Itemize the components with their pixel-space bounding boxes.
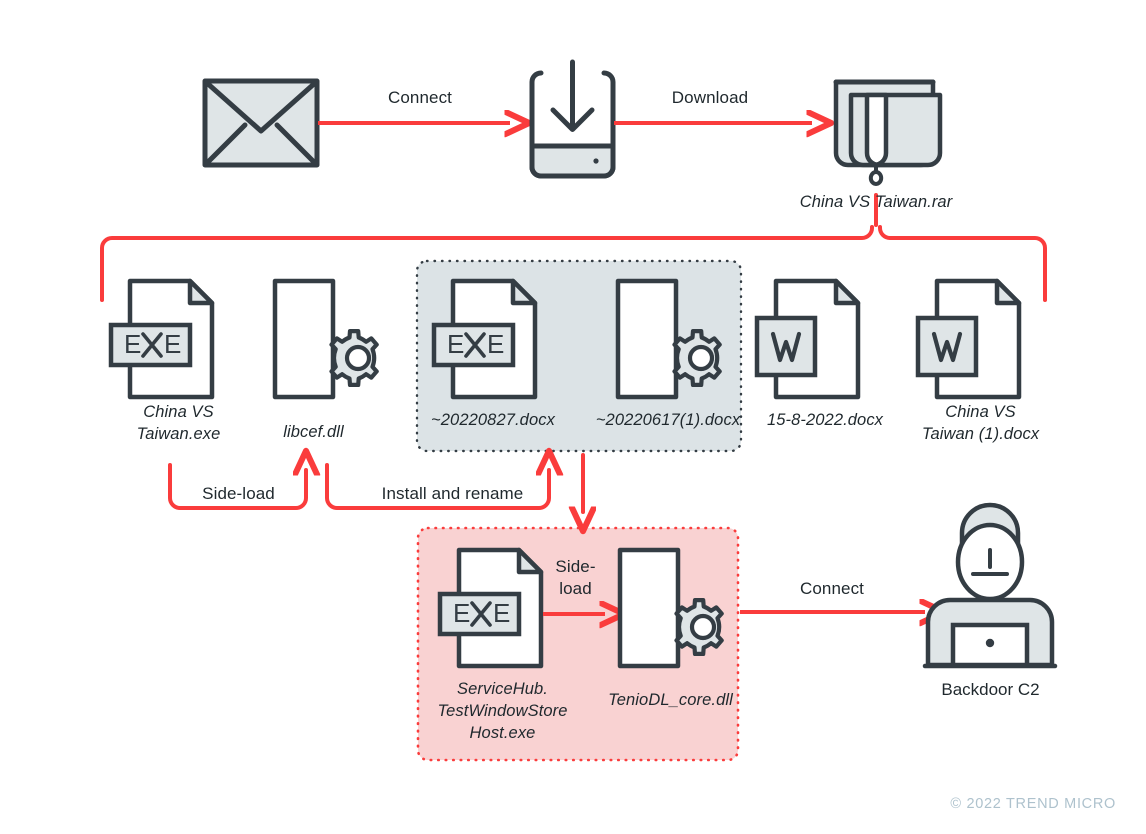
hacker-person-icon [922, 502, 1058, 669]
dll-file-icon-libcef [272, 278, 379, 400]
gear-icon [672, 329, 722, 387]
svg-text:E: E [487, 329, 504, 359]
edge-install-and-rename [325, 465, 549, 510]
gear-icon [674, 598, 724, 656]
svg-text:E: E [447, 329, 464, 359]
gear-icon [329, 329, 379, 387]
envelope-icon [202, 78, 320, 168]
archive-rar-icon [833, 79, 943, 186]
download-device-icon [529, 59, 616, 179]
infection-chain-diagram: E E E E E E [100, 59, 1058, 762]
edge-side-load-left [168, 465, 306, 510]
word-file-icon-15-8-2022 [754, 278, 861, 400]
svg-text:E: E [164, 329, 181, 359]
svg-text:E: E [493, 598, 510, 628]
svg-text:E: E [124, 329, 141, 359]
svg-text:E: E [453, 598, 470, 628]
diagram-canvas: E E E E E E Connect Download China VS Ta… [0, 0, 1146, 834]
copyright-notice: © 2022 TREND MICRO [950, 796, 1116, 812]
exe-file-icon-china-vs-taiwan: E E [108, 278, 215, 400]
word-file-icon-china-vs-taiwan-1 [915, 278, 1022, 400]
